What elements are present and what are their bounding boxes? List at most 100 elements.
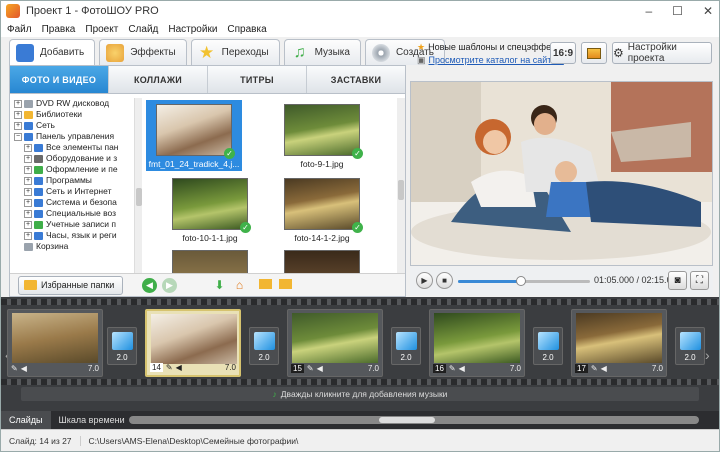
background-button[interactable] xyxy=(581,42,607,64)
expand-toggle-icon[interactable]: − xyxy=(14,132,22,141)
tree-item[interactable]: + Сеть и Интернет xyxy=(12,186,136,197)
thumbnail-item[interactable]: ✓ foto-14-1-2.jpg xyxy=(274,178,370,243)
folder-icon xyxy=(34,220,43,229)
expand-toggle-icon[interactable]: + xyxy=(24,165,32,174)
timeline-scroll-thumb[interactable] xyxy=(379,417,435,423)
favorite-folders-button[interactable]: Избранные папки xyxy=(18,276,124,295)
slide-item[interactable]: 15 ✎ ◀ 7.0 xyxy=(287,309,383,377)
tab-timeline[interactable]: Шкала времени xyxy=(51,411,133,429)
transition-item[interactable]: 2.0 xyxy=(675,327,705,365)
subtab-photo-video[interactable]: ФОТО И ВИДЕО xyxy=(10,66,109,93)
subtab-titles[interactable]: ТИТРЫ xyxy=(208,66,307,93)
tree-scroll-thumb[interactable] xyxy=(136,188,142,206)
home-folder-button[interactable]: ⌂ xyxy=(232,278,247,292)
minimize-button[interactable]: – xyxy=(645,4,652,18)
add-to-slides-button[interactable]: ⬇ xyxy=(212,278,227,292)
folder-up-button[interactable] xyxy=(258,278,273,292)
snapshot-button[interactable]: ◙ xyxy=(668,271,687,290)
tree-item[interactable]: + Все элементы пан xyxy=(12,142,136,153)
thumbnail-scrollbar[interactable] xyxy=(397,98,405,274)
fullscreen-icon: ⛶ xyxy=(696,275,703,286)
transition-item[interactable]: 2.0 xyxy=(391,327,421,365)
tree-scrollbar[interactable] xyxy=(134,98,142,274)
scroll-right-icon[interactable]: › xyxy=(705,347,710,363)
slide-item[interactable]: ✎ ◀ 7.0 xyxy=(7,309,103,377)
project-settings-button[interactable]: ⚙ Настройки проекта xyxy=(612,42,712,64)
tree-item[interactable]: + Специальные воз xyxy=(12,208,136,219)
thumbnail-item[interactable]: ✓ foto-9-1.jpg xyxy=(274,104,370,169)
star-icon: ★ xyxy=(417,42,426,52)
folder-icon xyxy=(24,121,33,130)
slides-strip: ‹ › ✎◀7.0 2.0 14✎◀7.0 2.0 15✎◀7.0 2.0 16… xyxy=(1,297,719,411)
expand-toggle-icon[interactable]: + xyxy=(24,187,32,196)
tree-item[interactable]: + Сеть xyxy=(12,120,136,131)
expand-toggle-icon[interactable]: + xyxy=(14,99,22,108)
tree-item-label: Система и безопа xyxy=(46,197,117,207)
transition-item[interactable]: 2.0 xyxy=(107,327,137,365)
tab-effects[interactable]: Эффекты xyxy=(99,39,187,65)
tab-slides[interactable]: Слайды xyxy=(1,411,51,429)
tree-item[interactable]: + DVD RW дисковод xyxy=(12,98,136,109)
expand-toggle-icon[interactable]: + xyxy=(24,154,32,163)
expand-toggle-icon[interactable]: + xyxy=(24,143,32,152)
folder-icon xyxy=(34,209,43,218)
thumbnail-item[interactable]: ✓ fmt_01_24_tradick_4,j... xyxy=(146,100,242,171)
transition-item[interactable]: 2.0 xyxy=(533,327,563,365)
slide-thumbnail xyxy=(12,313,98,363)
subtab-collages[interactable]: КОЛЛАЖИ xyxy=(109,66,208,93)
subtab-intros[interactable]: ЗАСТАВКИ xyxy=(307,66,405,93)
menu-project[interactable]: Проект xyxy=(85,24,118,35)
maximize-button[interactable]: ☐ xyxy=(672,4,683,18)
tree-item[interactable]: + Оборудование и з xyxy=(12,153,136,164)
thumbnail-item[interactable]: ✓ foto-10-1-1.jpg xyxy=(162,178,258,243)
expand-toggle-icon[interactable]: + xyxy=(24,220,32,229)
tree-item[interactable]: Корзина xyxy=(12,241,136,252)
expand-toggle-icon[interactable]: + xyxy=(24,176,32,185)
play-button[interactable]: ▶ xyxy=(416,272,433,289)
music-track[interactable]: ♪ Дважды кликните для добавления музыки xyxy=(21,387,699,401)
aspect-ratio-button[interactable]: 16:9 xyxy=(550,42,576,64)
timeline-scrollbar[interactable] xyxy=(129,416,699,424)
tree-item[interactable]: − Панель управления xyxy=(12,131,136,142)
menu-edit[interactable]: Правка xyxy=(42,24,76,35)
preview-player xyxy=(410,81,713,266)
transition-item[interactable]: 2.0 xyxy=(249,327,279,365)
thumbnail-item[interactable] xyxy=(162,250,258,274)
tree-item[interactable]: + Учетные записи п xyxy=(12,219,136,230)
thumbnail-item[interactable] xyxy=(274,250,370,274)
tree-item[interactable]: + Система и безопа xyxy=(12,197,136,208)
playback-slider[interactable] xyxy=(458,276,590,286)
close-button[interactable]: ✕ xyxy=(703,4,713,18)
slide-item[interactable]: 17 ✎ ◀ 7.0 xyxy=(571,309,667,377)
tree-item[interactable]: + Часы, язык и реги xyxy=(12,230,136,241)
expand-toggle-icon[interactable]: + xyxy=(24,209,32,218)
slide-number: 16 xyxy=(433,363,446,373)
expand-toggle-icon[interactable]: + xyxy=(14,121,22,130)
menu-slide[interactable]: Слайд xyxy=(128,24,158,35)
stop-button[interactable]: ■ xyxy=(436,272,453,289)
back-button[interactable]: ◀ xyxy=(142,278,157,293)
expand-toggle-icon[interactable]: + xyxy=(14,110,22,119)
tree-item-label: Корзина xyxy=(36,241,69,251)
thumbnail-scroll-thumb[interactable] xyxy=(398,180,404,200)
tree-item[interactable]: + Оформление и пе xyxy=(12,164,136,175)
slide-item-selected[interactable]: 14 ✎ ◀ 7.0 xyxy=(145,309,241,377)
forward-button[interactable]: ▶ xyxy=(162,278,177,293)
playback-handle[interactable] xyxy=(516,276,527,286)
slide-item[interactable]: 16 ✎ ◀ 7.0 xyxy=(429,309,525,377)
menu-settings[interactable]: Настройки xyxy=(168,24,217,35)
tab-music[interactable]: ♫ Музыка xyxy=(283,39,361,65)
new-folder-button[interactable] xyxy=(278,278,293,292)
tree-item-label: Специальные воз xyxy=(46,208,117,218)
tree-item-label: Часы, язык и реги xyxy=(46,230,117,240)
expand-toggle-icon[interactable]: + xyxy=(24,198,32,207)
tree-item[interactable]: + Программы xyxy=(12,175,136,186)
catalog-link[interactable]: Просмотрите каталог на сайте... xyxy=(429,55,564,65)
tab-transitions[interactable]: ★ Переходы xyxy=(190,39,280,65)
menu-help[interactable]: Справка xyxy=(227,24,266,35)
tree-item[interactable]: + Библиотеки xyxy=(12,109,136,120)
expand-toggle-icon[interactable]: + xyxy=(24,231,32,240)
fullscreen-button[interactable]: ⛶ xyxy=(690,271,709,290)
menu-file[interactable]: Файл xyxy=(7,24,32,35)
tab-add[interactable]: Добавить xyxy=(9,39,96,65)
